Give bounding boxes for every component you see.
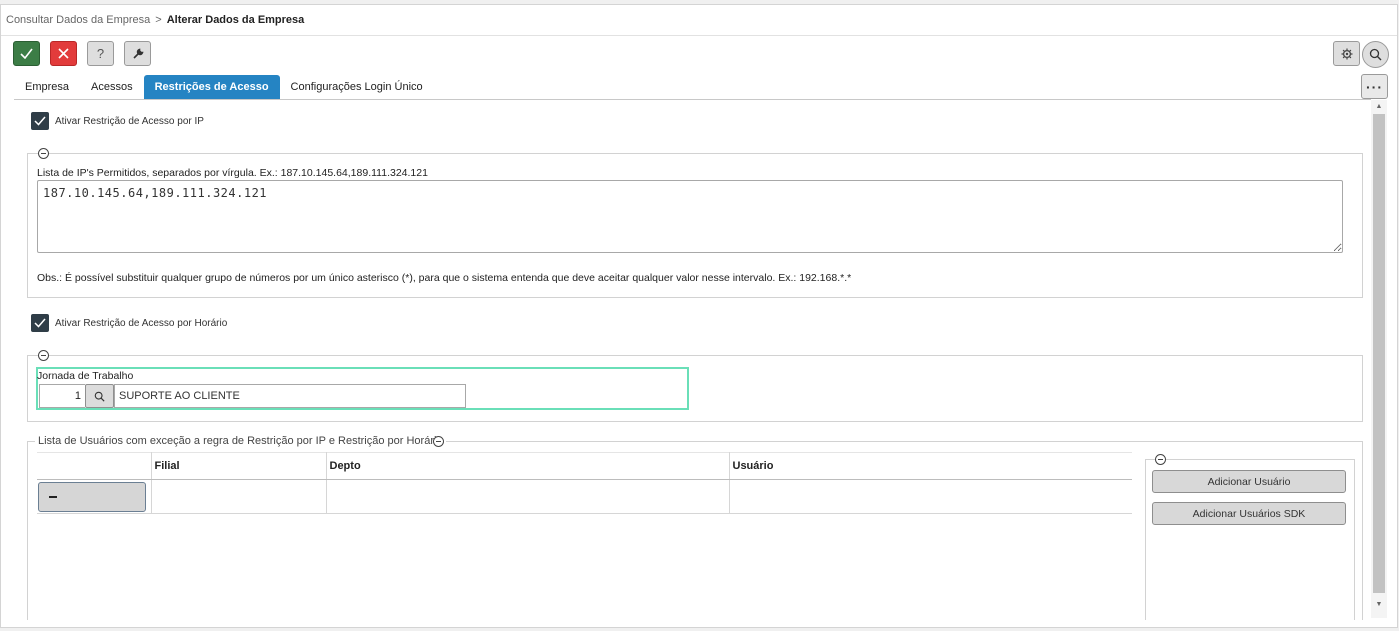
help-button[interactable]: ? <box>87 41 114 66</box>
collapse-jornada-section-icon[interactable] <box>38 350 49 361</box>
breadcrumb-parent-link[interactable]: Consultar Dados da Empresa <box>6 14 150 26</box>
row-action-cell <box>37 479 152 514</box>
search-button[interactable] <box>1362 41 1389 68</box>
collapse-ip-section-icon[interactable] <box>38 148 49 159</box>
help-label: ? <box>96 46 105 61</box>
cell-depto[interactable] <box>326 479 730 514</box>
search-icon <box>94 391 105 402</box>
remove-row-button[interactable] <box>38 481 146 512</box>
tab-bar: Empresa Acessos Restrições de Acesso Con… <box>14 75 434 99</box>
ip-restriction-checkbox[interactable] <box>31 112 49 130</box>
cell-usuario[interactable] <box>729 479 1132 514</box>
scroll-down-arrow-icon[interactable]: ▼ <box>1374 601 1384 608</box>
scrollbar-thumb[interactable] <box>1373 114 1385 593</box>
ip-restriction-label: Ativar Restrição de Acesso por IP <box>55 116 204 127</box>
tools-button[interactable] <box>124 41 151 66</box>
more-label: ··· <box>1366 78 1383 95</box>
collapse-user-actions-icon[interactable] <box>1155 454 1166 465</box>
add-user-button[interactable]: Adicionar Usuário <box>1152 470 1346 493</box>
breadcrumb-current: Alterar Dados da Empresa <box>166 14 305 26</box>
jornada-description-input[interactable]: SUPORTE AO CLIENTE <box>114 384 466 408</box>
check-icon <box>20 48 33 59</box>
cell-filial[interactable] <box>151 479 327 514</box>
column-header-depto[interactable]: Depto <box>326 452 730 480</box>
ip-obs-note: Obs.: É possível substituir qualquer gru… <box>37 272 852 284</box>
time-restriction-label: Ativar Restrição de Acesso por Horário <box>55 318 228 329</box>
exceptions-legend-text: Lista de Usuários com exceção a regra de… <box>38 435 443 447</box>
time-restriction-checkbox[interactable] <box>31 314 49 332</box>
tab-restricoes-acesso[interactable]: Restrições de Acesso <box>143 75 280 99</box>
add-sdk-users-button[interactable]: Adicionar Usuários SDK <box>1152 502 1346 525</box>
breadcrumb-separator: > <box>155 14 162 26</box>
restrictions-panel: Ativar Restrição de Acesso por IP Lista … <box>14 100 1369 620</box>
close-icon <box>58 48 69 59</box>
check-icon <box>34 318 46 328</box>
tab-empresa[interactable]: Empresa <box>14 75 80 99</box>
confirm-button[interactable] <box>13 41 40 66</box>
gear-icon <box>1341 48 1352 59</box>
exceptions-legend: Lista de Usuários com exceção a regra de… <box>35 435 446 447</box>
jornada-code-input[interactable]: 1 <box>39 384 85 408</box>
scroll-up-arrow-icon[interactable]: ▲ <box>1374 103 1384 110</box>
breadcrumb: Consultar Dados da Empresa > Alterar Dados… <box>6 14 304 26</box>
header-divider <box>1 35 1397 36</box>
cancel-button[interactable] <box>50 41 77 66</box>
ip-list-textarea[interactable]: 187.10.145.64,189.111.324.121 <box>37 180 1343 253</box>
exceptions-table: Filial Depto Usuário <box>37 452 1132 514</box>
table-row <box>37 479 1132 514</box>
jornada-lookup-button[interactable] <box>85 384 114 408</box>
search-icon <box>1369 48 1382 61</box>
column-header-filial[interactable]: Filial <box>151 452 327 480</box>
wrench-icon <box>132 47 144 59</box>
ip-list-label: Lista de IP's Permitidos, separados por … <box>37 167 428 179</box>
jornada-label: Jornada de Trabalho <box>37 370 134 382</box>
minus-icon <box>49 495 57 498</box>
column-header-usuario[interactable]: Usuário <box>729 452 1132 480</box>
table-header-row: Filial Depto Usuário <box>37 452 1132 480</box>
tab-acessos[interactable]: Acessos <box>80 75 144 99</box>
collapse-exceptions-section-icon[interactable] <box>433 436 444 447</box>
check-icon <box>34 116 46 126</box>
more-options-button[interactable]: ··· <box>1361 74 1388 99</box>
settings-button[interactable] <box>1333 41 1360 66</box>
tab-configuracoes-login-unico[interactable]: Configurações Login Único <box>280 75 434 99</box>
column-header-action <box>37 452 152 480</box>
